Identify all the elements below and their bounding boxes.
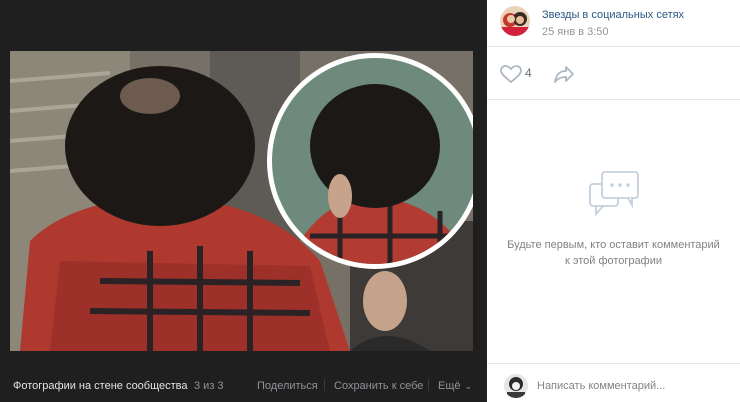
empty-comments-text: Будьте первым, кто оставит комментарий к… bbox=[507, 239, 720, 267]
like-count: 4 bbox=[525, 66, 532, 80]
reactions-bar: 4 bbox=[487, 47, 740, 100]
share-photo-button[interactable]: Поделиться bbox=[257, 380, 318, 392]
post-date[interactable]: 25 янв в 3:50 bbox=[542, 26, 609, 38]
speech-bubbles-icon bbox=[588, 170, 642, 220]
divider bbox=[428, 379, 429, 391]
post-header: Звезды в социальных сетях 25 янв в 3:50 bbox=[487, 0, 740, 47]
comment-input[interactable] bbox=[537, 377, 732, 395]
photo-viewer: Фотографии на стене сообщества 3 из 3 По… bbox=[0, 0, 487, 402]
share-arrow-icon[interactable] bbox=[553, 64, 575, 84]
more-actions-label: Ещё bbox=[438, 380, 461, 392]
viewer-footer: Фотографии на стене сообщества 3 из 3 По… bbox=[0, 372, 487, 402]
heart-icon[interactable] bbox=[500, 65, 522, 84]
more-actions-button[interactable]: Ещё ⌄ bbox=[438, 380, 472, 392]
user-avatar-image bbox=[504, 374, 528, 398]
photo-image bbox=[10, 51, 473, 351]
user-avatar[interactable] bbox=[504, 374, 528, 398]
group-name-link[interactable]: Звезды в социальных сетях bbox=[542, 9, 684, 21]
chevron-down-icon: ⌄ bbox=[464, 381, 473, 391]
photo[interactable] bbox=[10, 51, 473, 351]
group-avatar[interactable] bbox=[500, 6, 530, 36]
album-title-link[interactable]: Фотографии на стене сообщества bbox=[13, 380, 188, 392]
group-avatar-image bbox=[500, 6, 530, 36]
side-panel: Звезды в социальных сетях 25 янв в 3:50 … bbox=[487, 0, 740, 402]
comment-composer bbox=[487, 363, 740, 402]
divider bbox=[324, 379, 325, 391]
comments-empty-state: Будьте первым, кто оставит комментарий к… bbox=[487, 100, 740, 363]
save-photo-button[interactable]: Сохранить к себе bbox=[334, 380, 423, 392]
photo-counter: 3 из 3 bbox=[194, 380, 224, 392]
